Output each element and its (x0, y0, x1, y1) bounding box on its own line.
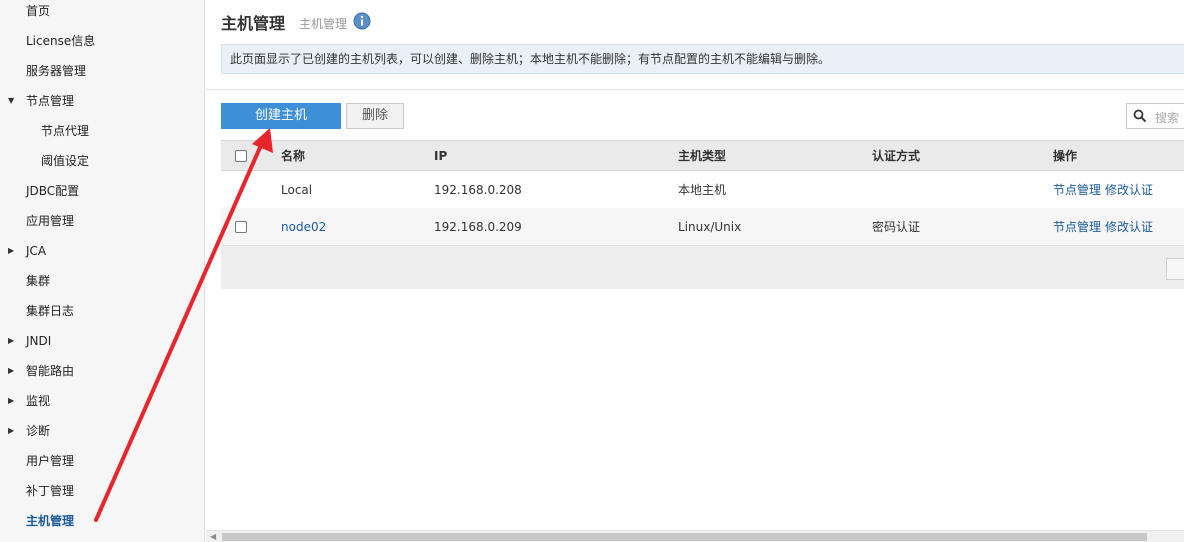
delete-button[interactable]: 删除 (346, 103, 404, 129)
node-management-link[interactable]: 节点管理 (1053, 218, 1101, 235)
row-actions: 节点管理 修改认证 (1053, 208, 1153, 245)
host-ip: 192.168.0.209 (434, 219, 522, 234)
host-type: 本地主机 (678, 183, 727, 197)
page-subtitle: 主机管理 (299, 17, 348, 31)
sidebar-item-label: 用户管理 (26, 454, 75, 468)
sidebar-item-app-management[interactable]: 应用管理 (0, 206, 204, 236)
sidebar: 首页 License信息 服务器管理 ▼ 节点管理 节点代理 阈值设定 JDBC… (0, 0, 205, 542)
sidebar-item-label: 主机管理 (26, 514, 75, 528)
sidebar-item-node-agent[interactable]: 节点代理 (0, 116, 204, 146)
header-ip[interactable]: IP (434, 141, 447, 170)
sidebar-item-label: 集群日志 (26, 304, 75, 318)
table-row: Local 192.168.0.208 本地主机 节点管理 修改认证 (221, 171, 1184, 208)
node-management-link[interactable]: 节点管理 (1053, 181, 1101, 198)
sidebar-item-license[interactable]: License信息 (0, 26, 204, 56)
sidebar-item-user-management[interactable]: 用户管理 (0, 446, 204, 476)
divider (206, 89, 1184, 90)
table-header: 名称 IP 主机类型 认证方式 操作 (221, 140, 1184, 171)
search-input[interactable]: 搜索 (1126, 103, 1184, 129)
modify-auth-link[interactable]: 修改认证 (1105, 218, 1153, 235)
caret-right-icon: ▶ (8, 246, 15, 255)
sidebar-item-label: 监视 (26, 394, 51, 408)
host-type: Linux/Unix (678, 219, 742, 234)
select-all-cell (235, 141, 247, 170)
sidebar-item-diagnosis[interactable]: ▶ 诊断 (0, 416, 204, 446)
sidebar-item-label: JCA (26, 244, 47, 258)
sidebar-item-patch-management[interactable]: 补丁管理 (0, 476, 204, 506)
header-auth[interactable]: 认证方式 (872, 141, 920, 170)
sidebar-item-label: 诊断 (26, 424, 51, 438)
sidebar-item-label: 首页 (26, 4, 51, 18)
header-name[interactable]: 名称 (281, 141, 305, 170)
create-host-button[interactable]: 创建主机 (221, 103, 341, 129)
sidebar-item-threshold-settings[interactable]: 阈值设定 (0, 146, 204, 176)
header-type[interactable]: 主机类型 (678, 141, 726, 170)
sidebar-item-label: 节点管理 (26, 94, 75, 108)
sidebar-item-label: 应用管理 (26, 214, 75, 228)
sidebar-item-label: 智能路由 (26, 364, 75, 378)
sidebar-item-smart-routing[interactable]: ▶ 智能路由 (0, 356, 204, 386)
sidebar-item-jca[interactable]: ▶ JCA (0, 236, 204, 266)
caret-right-icon: ▶ (8, 396, 15, 405)
table-footer (221, 245, 1184, 289)
host-name: Local (281, 182, 313, 197)
scrollbar-thumb[interactable] (222, 533, 1147, 541)
search-icon (1133, 109, 1147, 123)
info-bar: 此页面显示了已创建的主机列表，可以创建、删除主机；本地主机不能删除；有节点配置的… (221, 44, 1184, 74)
sidebar-item-node-management[interactable]: ▼ 节点管理 (0, 86, 204, 116)
sidebar-item-label: JDBC配置 (26, 184, 80, 198)
info-text: 此页面显示了已创建的主机列表，可以创建、删除主机；本地主机不能删除；有节点配置的… (230, 52, 831, 66)
caret-down-icon: ▼ (8, 96, 15, 105)
host-auth: 密码认证 (872, 220, 921, 234)
page-title: 主机管理 (221, 14, 286, 33)
scroll-left-icon[interactable]: ◀ (210, 532, 216, 541)
host-name-link[interactable]: node02 (281, 208, 326, 245)
row-checkbox[interactable] (235, 220, 247, 233)
host-ip: 192.168.0.208 (434, 182, 522, 197)
search-placeholder: 搜索 (1155, 111, 1180, 125)
sidebar-item-label: 服务器管理 (26, 64, 87, 78)
horizontal-scrollbar[interactable]: ◀ (206, 530, 1184, 542)
caret-right-icon: ▶ (8, 426, 15, 435)
main-content: 主机管理 主机管理 此页面显示了已创建的主机列表，可以创建、删除主机；本地主机不… (206, 0, 1184, 542)
pager-prev-button[interactable] (1166, 258, 1184, 280)
caret-right-icon: ▶ (8, 366, 15, 375)
sidebar-item-host-management[interactable]: 主机管理 (0, 506, 204, 536)
sidebar-item-label: 集群 (26, 274, 51, 288)
select-all-checkbox[interactable] (235, 149, 247, 162)
modify-auth-link[interactable]: 修改认证 (1105, 181, 1153, 198)
sidebar-item-label: 节点代理 (41, 124, 90, 138)
info-icon[interactable] (353, 12, 371, 30)
caret-right-icon: ▶ (8, 336, 15, 345)
sidebar-item-home[interactable]: 首页 (0, 0, 204, 26)
sidebar-item-label: License信息 (26, 34, 96, 48)
sidebar-item-cluster[interactable]: 集群 (0, 266, 204, 296)
sidebar-item-label: JNDI (26, 334, 52, 348)
sidebar-item-jndi[interactable]: ▶ JNDI (0, 326, 204, 356)
sidebar-item-label: 补丁管理 (26, 484, 75, 498)
sidebar-item-jdbc-config[interactable]: JDBC配置 (0, 176, 204, 206)
row-actions: 节点管理 修改认证 (1053, 171, 1153, 208)
header-ops: 操作 (1053, 149, 1078, 163)
sidebar-item-server-management[interactable]: 服务器管理 (0, 56, 204, 86)
sidebar-item-label: 阈值设定 (41, 154, 90, 168)
table-row: node02 192.168.0.209 Linux/Unix 密码认证 节点管… (221, 208, 1184, 245)
sidebar-item-cluster-log[interactable]: 集群日志 (0, 296, 204, 326)
row-checkbox-cell (235, 208, 247, 245)
sidebar-item-monitor[interactable]: ▶ 监视 (0, 386, 204, 416)
